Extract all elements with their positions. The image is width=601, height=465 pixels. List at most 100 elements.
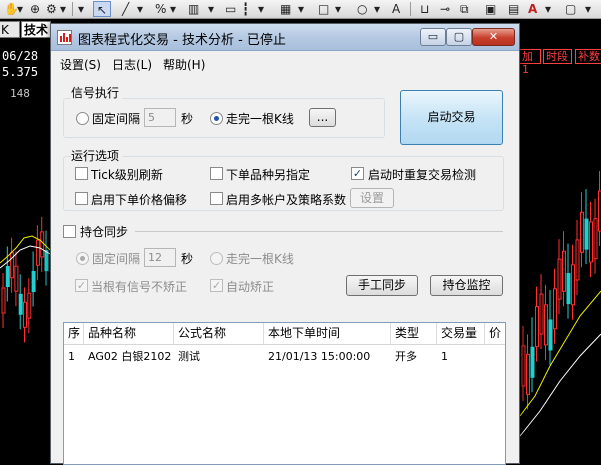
position-sync-checkbox[interactable] (63, 225, 76, 238)
manual-sync-button[interactable]: 手工同步 (346, 275, 418, 296)
date-label: 06/28 (2, 49, 38, 63)
column-header[interactable]: 类型 (391, 323, 437, 345)
zoom-icon[interactable]: ⊕ (30, 1, 40, 17)
order-other-contract-label[interactable]: 下单品种另指定 (226, 166, 310, 183)
candle-body (15, 266, 18, 291)
title-bar[interactable]: 图表程式化交易 - 技术分析 - 已停止 ▭ ▢ ✕ (51, 24, 519, 51)
sync-bar-complete-label[interactable]: 走完一根K线 (226, 250, 294, 267)
ruler-icon[interactable]: ▥ (188, 1, 199, 17)
auto-correct-label[interactable]: 自动矫正 (226, 278, 274, 295)
multi-account-settings-button[interactable]: 设置 (350, 188, 394, 208)
chevron-down-icon[interactable]: ▾ (374, 1, 380, 17)
percent-icon[interactable]: % (155, 1, 166, 17)
right-tab-session[interactable]: 时段 (543, 49, 572, 64)
candle-body (2, 288, 5, 313)
circle-icon[interactable]: ○ (357, 1, 367, 17)
table-cell: 开多 (391, 348, 437, 366)
table-row[interactable]: 1AG02 白银2102测试21/01/13 15:00:00开多1 (64, 348, 506, 366)
no-correct-with-signal-checkbox[interactable]: ✓ (75, 279, 88, 292)
chevron-down-icon[interactable]: ▾ (298, 1, 304, 17)
chevron-down-icon[interactable]: ▾ (60, 1, 66, 17)
square-icon[interactable]: □ (318, 1, 329, 17)
price-offset-label[interactable]: 启用下单价格偏移 (91, 191, 187, 208)
bar-tool-icon[interactable]: ┇ (242, 1, 249, 17)
signal-interval-input[interactable]: 5 (144, 108, 176, 127)
column-header[interactable]: 序 (64, 323, 84, 345)
candle-body (6, 267, 9, 287)
signal-fixed-interval-radio[interactable] (76, 112, 89, 125)
no-correct-with-signal-label[interactable]: 当根有信号不矫正 (91, 278, 187, 295)
chevron-down-icon[interactable]: ▾ (78, 1, 84, 17)
link-icon[interactable]: ⊸ (440, 1, 450, 17)
column-header[interactable]: 交易量 (437, 323, 485, 345)
pointer-icon[interactable]: ↖ (93, 1, 111, 17)
column-header[interactable]: 价 (485, 323, 506, 345)
position-sync-label[interactable]: 持仓同步 (80, 223, 128, 240)
chevron-down-icon[interactable]: ▾ (585, 1, 591, 17)
order-other-contract-checkbox[interactable] (210, 167, 223, 180)
position-sync-divider (135, 231, 503, 232)
frame-icon[interactable]: ▢ (565, 1, 576, 17)
chevron-down-icon[interactable]: ▾ (17, 1, 23, 17)
signal-bar-complete-radio[interactable] (210, 112, 223, 125)
start-trading-button[interactable]: 启动交易 (400, 90, 503, 145)
candle-body (45, 251, 48, 271)
copy-icon[interactable]: ⧉ (460, 1, 469, 17)
auto-correct-checkbox[interactable]: ✓ (210, 279, 223, 292)
magnet-icon[interactable]: ⊔ (420, 1, 429, 17)
startup-recheck-label[interactable]: 启动时重复交易检测 (368, 166, 476, 183)
multi-account-label[interactable]: 启用多帐户及策略系数 (226, 191, 346, 208)
multi-account-checkbox[interactable] (210, 192, 223, 205)
text-color-icon[interactable]: A (528, 1, 537, 17)
startup-recheck-checkbox[interactable]: ✓ (351, 167, 364, 180)
table-cell: 测试 (174, 348, 264, 366)
chevron-down-icon[interactable]: ▾ (170, 1, 176, 17)
chevron-down-icon[interactable]: ▾ (208, 1, 214, 17)
tab-technical[interactable]: 技术 (21, 21, 51, 38)
menu-settings[interactable]: 设置(S) (60, 56, 101, 73)
chart-tool-icon[interactable]: ▤ (508, 1, 519, 17)
tab-kline[interactable]: K线 (0, 21, 20, 38)
chevron-down-icon[interactable]: ▾ (335, 1, 341, 17)
chevron-down-icon[interactable]: ▾ (545, 1, 551, 17)
menu-help[interactable]: 帮助(H) (163, 56, 205, 73)
right-tab-plus[interactable]: 加1 (519, 49, 541, 64)
tick-refresh-checkbox[interactable] (75, 167, 88, 180)
column-header[interactable]: 品种名称 (84, 323, 174, 345)
signal-bar-complete-label[interactable]: 走完一根K线 (226, 110, 294, 127)
sync-fixed-interval-label[interactable]: 固定间隔 (92, 250, 140, 267)
column-header[interactable]: 公式名称 (174, 323, 264, 345)
chevron-down-icon[interactable]: ▾ (258, 1, 264, 17)
price-offset-checkbox[interactable] (75, 192, 88, 205)
candle-body (576, 240, 579, 280)
candle-body (567, 274, 570, 304)
column-header[interactable]: 本地下单时间 (264, 323, 391, 345)
right-candlestick-chart (520, 66, 601, 464)
maximize-button[interactable]: ▢ (446, 28, 472, 46)
candle-body (549, 320, 552, 350)
menu-log[interactable]: 日志(L) (112, 56, 152, 73)
rectangle-icon[interactable]: ▭ (225, 1, 236, 17)
table-cell: 21/01/13 15:00:00 (264, 348, 391, 366)
sync-bar-complete-radio[interactable] (210, 252, 223, 265)
text-tool-icon[interactable]: A (392, 1, 400, 17)
minimize-button[interactable]: ▭ (420, 28, 446, 46)
signal-unit-label: 秒 (181, 110, 193, 127)
position-monitor-button[interactable]: 持仓监控 (430, 275, 503, 296)
candle-body (36, 240, 39, 265)
table-header: 序品种名称公式名称本地下单时间类型交易量价 (64, 323, 506, 345)
sync-interval-input[interactable]: 12 (144, 248, 176, 267)
grid-icon[interactable]: ▦ (280, 1, 291, 17)
signal-fixed-interval-label[interactable]: 固定间隔 (92, 110, 140, 127)
tick-refresh-label[interactable]: Tick级别刷新 (91, 166, 163, 183)
chevron-down-icon[interactable]: ▾ (137, 1, 143, 17)
candle-body (522, 346, 525, 386)
right-tab-fill[interactable]: 补数 (575, 49, 601, 64)
line-tool-icon[interactable]: ╱ (122, 1, 129, 17)
close-button[interactable]: ✕ (472, 28, 515, 46)
gear-icon[interactable]: ⚙ (46, 1, 57, 17)
price-label: 5.375 (2, 65, 38, 79)
delete-icon[interactable]: ▣ (485, 1, 496, 17)
sync-fixed-interval-radio[interactable] (76, 252, 89, 265)
signal-more-button[interactable]: ... (309, 108, 336, 127)
